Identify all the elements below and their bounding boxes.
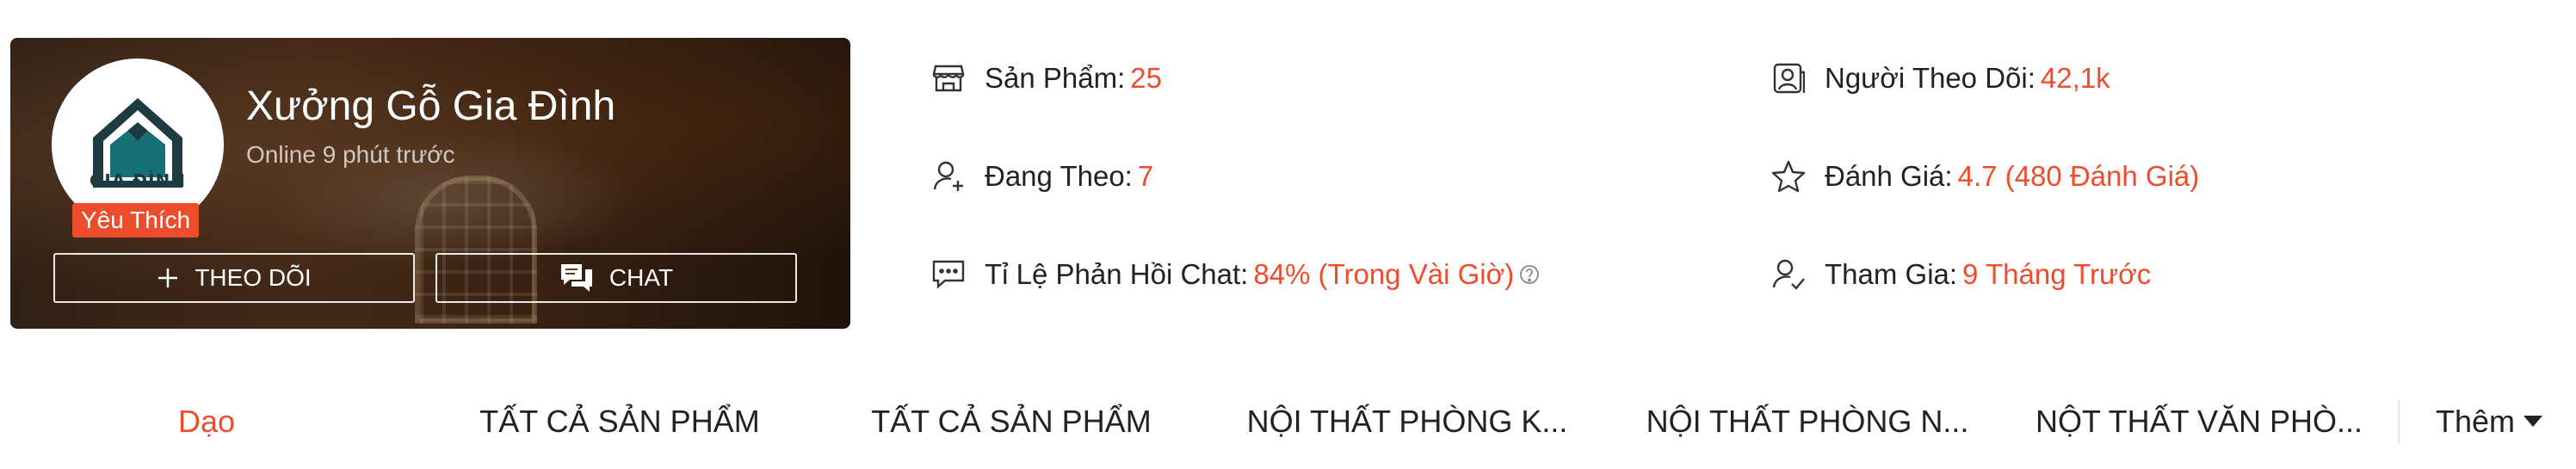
stat-followers-value: 42,1k: [2040, 62, 2110, 94]
plus-icon: [157, 267, 179, 289]
stat-joined: Tham Gia: 9 Tháng Trước: [1771, 253, 2151, 296]
stat-products-value: 25: [1130, 62, 1162, 94]
favorite-badge: Yêu Thích: [72, 203, 200, 238]
stat-following-label: Đang Theo:: [985, 160, 1133, 192]
chat-bubble-icon: [931, 257, 966, 292]
followers-icon: [1771, 61, 1806, 96]
star-icon: [1771, 159, 1806, 194]
logo-text: GIA ĐÌNH: [90, 170, 186, 191]
chat-button[interactable]: CHAT: [436, 253, 797, 303]
more-label: Thêm: [2436, 404, 2516, 439]
user-plus-icon: [931, 159, 966, 194]
tab-all-products-1[interactable]: TẤT CẢ SẢN PHẨM: [448, 387, 792, 456]
stat-followers-label: Người Theo Dõi:: [1825, 62, 2035, 94]
tab-office-furniture[interactable]: NỘT THẤT VĂN PHÒ...: [2010, 387, 2388, 456]
stat-rating-value: 4.7 (480 Đánh Giá): [1957, 160, 2200, 192]
stat-rating-label: Đánh Giá:: [1825, 160, 1953, 192]
shop-category-nav: Dạo TẤT CẢ SẢN PHẨM TẤT CẢ SẢN PHẨM NỘI …: [0, 387, 2576, 456]
stat-chat-response-label: Tỉ Lệ Phản Hồi Chat:: [985, 258, 1249, 290]
tab-living-room-furniture[interactable]: NỘI THẤT PHÒNG K...: [1218, 387, 1597, 456]
caret-down-icon: [2523, 416, 2543, 428]
stat-products: Sản Phẩm: 25: [931, 57, 1162, 100]
stat-joined-value: 9 Tháng Trước: [1962, 258, 2152, 290]
shop-online-status: Online 9 phút trước: [246, 141, 455, 168]
nav-divider: [2398, 399, 2400, 444]
shop-name: Xưởng Gỗ Gia Đình: [246, 83, 616, 129]
more-dropdown[interactable]: Thêm: [2436, 387, 2543, 456]
stat-products-label: Sản Phẩm:: [985, 62, 1126, 94]
store-icon: [931, 61, 966, 96]
stat-following-value: 7: [1137, 160, 1154, 192]
chat-button-label: CHAT: [608, 264, 674, 291]
stat-following: Đang Theo: 7: [931, 155, 1153, 198]
tab-all-products-2[interactable]: TẤT CẢ SẢN PHẨM: [839, 387, 1183, 456]
shop-header-card: GIA ĐÌNH Yêu Thích Xưởng Gỗ Gia Đình Onl…: [10, 38, 850, 329]
user-check-icon: [1771, 257, 1806, 292]
stat-chat-response: Tỉ Lệ Phản Hồi Chat: 84% (Trong Vài Giờ): [931, 253, 1540, 296]
stat-followers: Người Theo Dõi: 42,1k: [1771, 57, 2110, 100]
tab-bedroom-furniture[interactable]: NỘI THẤT PHÒNG N...: [1618, 387, 1997, 456]
tab-dao[interactable]: Dạo: [129, 387, 284, 456]
follow-button-label: THEO DÕI: [195, 264, 312, 291]
stat-chat-response-value: 84% (Trong Vài Giờ): [1253, 258, 1515, 290]
stat-joined-label: Tham Gia:: [1825, 258, 1958, 290]
help-icon[interactable]: [1519, 264, 1540, 285]
follow-button[interactable]: THEO DÕI: [53, 253, 415, 303]
stat-rating: Đánh Giá: 4.7 (480 Đánh Giá): [1771, 155, 2199, 198]
chat-icon: [559, 262, 594, 293]
